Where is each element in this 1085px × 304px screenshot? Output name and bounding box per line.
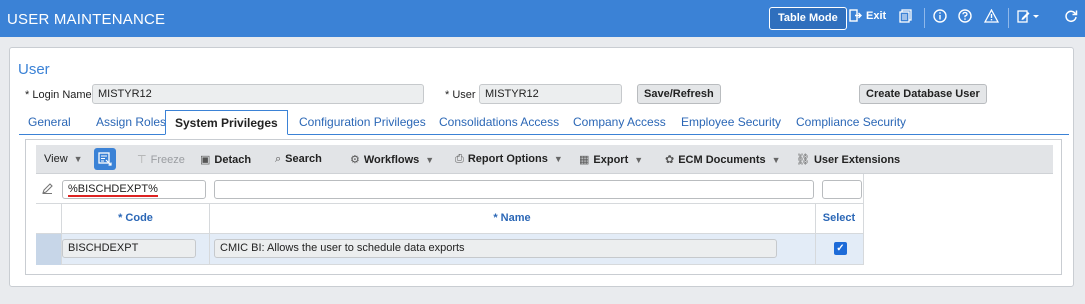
info-icon[interactable] — [933, 9, 947, 26]
user-extensions-button[interactable]: ⛓ User Extensions — [796, 153, 900, 166]
column-divider — [61, 204, 62, 265]
select-filter-input[interactable] — [822, 180, 862, 199]
workflows-label: Workflows — [363, 154, 420, 166]
refresh-icon[interactable] — [1064, 9, 1078, 26]
tab-system-privileges[interactable]: System Privileges — [165, 110, 288, 135]
code-filter-input[interactable]: %BISCHDEXPT% — [62, 180, 206, 199]
name-column-header[interactable]: * Name — [209, 204, 815, 234]
search-button[interactable]: ⌕ Search — [275, 153, 322, 166]
report-options-menu[interactable]: ⎙ Report Options ▼ — [455, 153, 563, 166]
page-title: USER MAINTENANCE — [7, 11, 166, 28]
toolbar-divider — [924, 8, 925, 28]
user-field[interactable]: MISTYR12 — [479, 84, 622, 104]
code-filter-value: %BISCHDEXPT% — [68, 183, 158, 197]
code-column-header[interactable]: * Code — [62, 204, 209, 234]
view-menu[interactable]: View ▼ — [44, 153, 83, 165]
row-selector[interactable] — [36, 234, 61, 265]
tab-consolidations-access[interactable]: Consolidations Access — [430, 110, 568, 135]
app-header: USER MAINTENANCE Table Mode Exit — [0, 0, 1085, 37]
login-name-label-text: Login Name — [32, 89, 92, 101]
tab-employee-security[interactable]: Employee Security — [672, 110, 790, 135]
export-label: Export — [593, 154, 629, 166]
detach-button[interactable]: ▣ Detach — [200, 153, 251, 166]
export-icon: ▦ — [579, 154, 590, 166]
section-title: User — [18, 61, 50, 78]
filter-row: %BISCHDEXPT% — [36, 174, 863, 204]
chevron-down-icon: ▼ — [425, 155, 435, 165]
select-column-header[interactable]: Select — [815, 204, 863, 234]
chevron-down-icon: ▼ — [771, 155, 781, 165]
edit-icon[interactable] — [1017, 9, 1039, 26]
export-menu[interactable]: ▦ Export ▼ — [579, 153, 643, 166]
tab-compliance-security[interactable]: Compliance Security — [787, 110, 915, 135]
login-name-field[interactable]: MISTYR12 — [92, 84, 424, 104]
table-row[interactable]: BISCHDEXPT CMIC BI: Allows the user to s… — [61, 234, 863, 265]
tab-general[interactable]: General — [19, 110, 80, 135]
user-label-text: User — [452, 89, 476, 101]
tab-company-access[interactable]: Company Access — [564, 110, 675, 135]
pencil-icon — [42, 183, 53, 197]
chevron-down-icon: ▼ — [73, 154, 83, 164]
code-cell[interactable]: BISCHDEXPT — [62, 239, 196, 258]
privileges-grid: %BISCHDEXPT% * Code * Name Select BISCHD… — [36, 174, 864, 268]
column-divider — [863, 174, 864, 265]
detach-icon: ▣ — [200, 154, 211, 166]
required-marker: * — [25, 89, 30, 101]
save-refresh-button[interactable]: Save/Refresh — [637, 84, 721, 104]
name-filter-input[interactable] — [214, 180, 814, 199]
create-database-user-button[interactable]: Create Database User — [859, 84, 987, 104]
help-icon[interactable] — [958, 9, 972, 26]
warning-icon[interactable] — [983, 8, 1000, 26]
search-label: Search — [285, 153, 322, 165]
workflows-icon: ⚙ — [350, 154, 360, 166]
search-icon: ⌕ — [275, 153, 282, 165]
exit-icon[interactable] — [849, 9, 862, 25]
print-icon[interactable] — [899, 9, 913, 26]
system-privileges-block: View ▼ ⊤ Freeze ▣ Detach ⌕ Search ⚙ Workflows… — [25, 139, 1062, 275]
tab-bar: General Assign Roles System Privileges C… — [19, 110, 1069, 135]
select-checkbox[interactable]: ✓ — [834, 242, 847, 255]
ecm-icon: ✿ — [665, 154, 675, 166]
login-name-label: * Login Name — [25, 89, 92, 101]
column-divider — [815, 204, 816, 265]
user-panel: User * Login Name MISTYR12 * User MISTYR… — [9, 47, 1074, 287]
chevron-down-icon: ▼ — [634, 155, 644, 165]
report-options-label: Report Options — [467, 153, 548, 165]
freeze-label: Freeze — [150, 154, 185, 166]
freeze-button: ⊤ Freeze — [137, 153, 185, 166]
user-label: * User — [445, 89, 476, 101]
detach-label: Detach — [214, 154, 252, 166]
block-toolbar: View ▼ ⊤ Freeze ▣ Detach ⌕ Search ⚙ Workflows… — [36, 145, 1053, 174]
view-label: View — [44, 153, 68, 165]
ecm-documents-menu[interactable]: ✿ ECM Documents ▼ — [665, 153, 781, 166]
required-marker: * — [445, 89, 450, 101]
hierarchy-icon: ⛓ — [796, 154, 810, 166]
chevron-down-icon: ▼ — [553, 154, 563, 164]
column-headers: * Code * Name Select — [36, 204, 863, 234]
user-extensions-label: User Extensions — [813, 154, 901, 166]
freeze-icon: ⊤ — [137, 154, 147, 166]
tab-assign-roles[interactable]: Assign Roles — [87, 110, 175, 135]
name-cell[interactable]: CMIC BI: Allows the user to schedule dat… — [214, 239, 777, 258]
column-settings-icon[interactable] — [94, 148, 116, 170]
table-mode-button[interactable]: Table Mode — [769, 7, 847, 30]
printer-icon: ⎙ — [455, 153, 464, 165]
toolbar-divider — [1008, 8, 1009, 28]
ecm-documents-label: ECM Documents — [678, 154, 766, 166]
column-divider — [209, 204, 210, 265]
exit-button[interactable]: Exit — [866, 10, 886, 22]
workflows-menu[interactable]: ⚙ Workflows ▼ — [350, 153, 434, 166]
tab-configuration-privileges[interactable]: Configuration Privileges — [290, 110, 435, 135]
